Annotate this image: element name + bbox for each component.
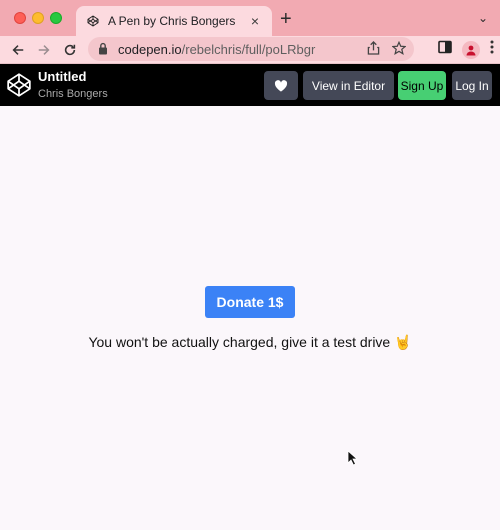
new-tab-button[interactable]: + bbox=[280, 9, 292, 29]
log-in-button[interactable]: Log In bbox=[452, 71, 492, 100]
back-arrow-icon[interactable] bbox=[8, 40, 28, 60]
address-bar[interactable]: codepen.io/rebelchris/full/poLRbgr bbox=[88, 37, 414, 61]
codepen-logo-icon[interactable] bbox=[6, 72, 32, 98]
tab-search-chevron-icon[interactable]: ⌄ bbox=[478, 11, 488, 25]
url-text: codepen.io/rebelchris/full/poLRbgr bbox=[118, 42, 315, 57]
maximize-window-button[interactable] bbox=[50, 12, 62, 24]
tab-title: A Pen by Chris Bongers bbox=[108, 14, 236, 28]
forward-arrow-icon[interactable] bbox=[34, 40, 54, 60]
close-window-button[interactable] bbox=[14, 12, 26, 24]
codepen-favicon-icon bbox=[86, 14, 100, 28]
more-menu-icon[interactable] bbox=[490, 40, 494, 59]
side-panel-icon[interactable] bbox=[438, 40, 452, 59]
pen-author[interactable]: Chris Bongers bbox=[38, 88, 108, 100]
heart-icon bbox=[274, 79, 288, 92]
view-in-editor-button[interactable]: View in Editor bbox=[303, 71, 394, 100]
pen-title: Untitled bbox=[38, 69, 87, 84]
mouse-cursor-icon bbox=[347, 450, 359, 466]
test-drive-note: You won't be actually charged, give it a… bbox=[88, 334, 412, 350]
sign-up-button[interactable]: Sign Up bbox=[398, 71, 446, 100]
minimize-window-button[interactable] bbox=[32, 12, 44, 24]
browser-tab-bar: A Pen by Chris Bongers × + ⌄ bbox=[0, 0, 500, 36]
heart-button[interactable] bbox=[264, 71, 298, 100]
reload-icon[interactable] bbox=[60, 40, 80, 60]
profile-avatar-icon[interactable] bbox=[462, 40, 480, 59]
donate-button[interactable]: Donate 1$ bbox=[205, 286, 295, 318]
bookmark-star-icon[interactable] bbox=[391, 40, 407, 60]
tab-close-icon[interactable]: × bbox=[248, 14, 262, 28]
share-icon[interactable] bbox=[367, 41, 380, 60]
url-path: /rebelchris/full/poLRbgr bbox=[181, 41, 316, 57]
url-host: codepen.io bbox=[118, 41, 182, 57]
browser-toolbar: codepen.io/rebelchris/full/poLRbgr bbox=[0, 36, 500, 64]
browser-tab[interactable]: A Pen by Chris Bongers × bbox=[76, 6, 272, 36]
lock-icon bbox=[98, 42, 110, 56]
codepen-header: Untitled Chris Bongers View in Editor Si… bbox=[0, 64, 500, 106]
